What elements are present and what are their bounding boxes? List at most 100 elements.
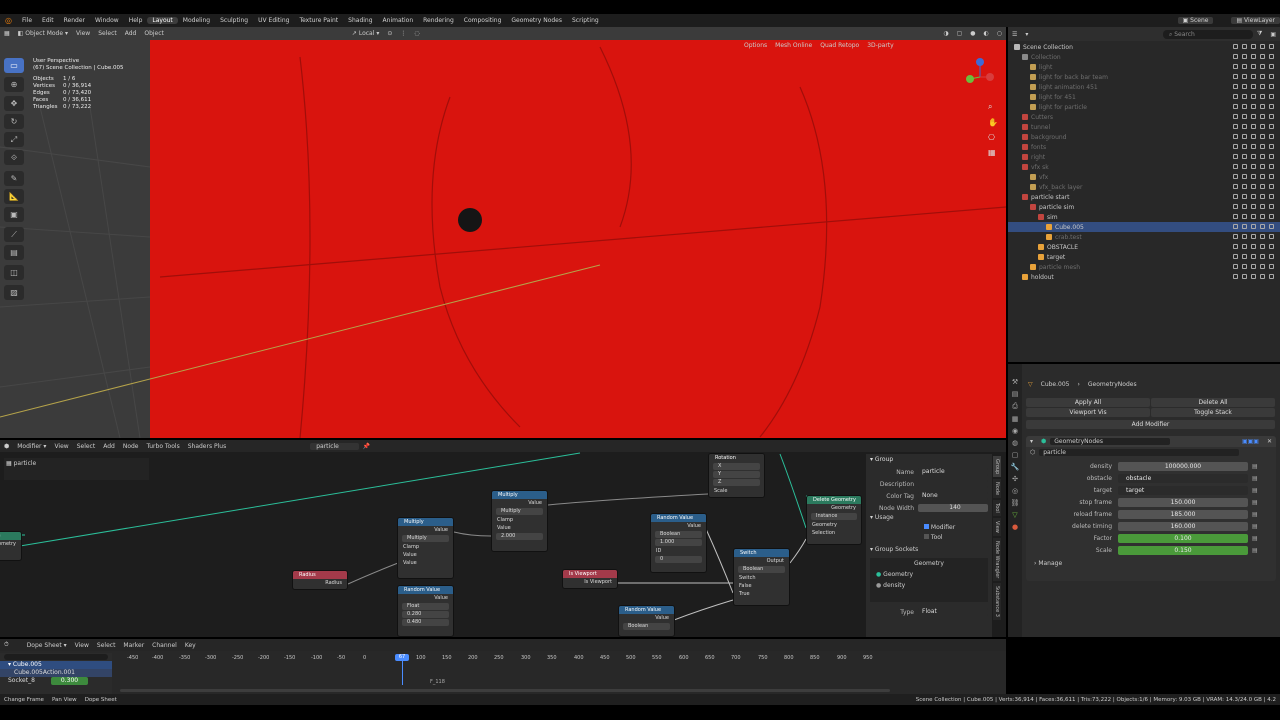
toggle-icon[interactable] bbox=[1233, 184, 1238, 189]
channel-action[interactable]: Cube.005Action.001 bbox=[0, 669, 112, 677]
cursor-icon[interactable]: ⊕ bbox=[4, 77, 24, 92]
modifier-name-field[interactable]: GeometryNodes bbox=[1050, 438, 1171, 445]
node-viewport[interactable]: Is Viewport Is Viewport bbox=[562, 569, 618, 589]
toggle-icon[interactable] bbox=[1242, 54, 1247, 59]
toggle-icon[interactable] bbox=[1233, 254, 1238, 259]
modifier-visibility-icons[interactable]: ▣▣▣ bbox=[1238, 438, 1263, 445]
outliner-item[interactable]: target bbox=[1008, 252, 1280, 262]
node-title[interactable]: Rotation bbox=[709, 454, 764, 462]
visibility-toggles[interactable] bbox=[1233, 184, 1274, 189]
color-tag-dropdown[interactable]: None bbox=[918, 492, 988, 500]
toggle-icon[interactable] bbox=[1251, 94, 1256, 99]
annotate-icon[interactable]: ✎ bbox=[4, 171, 24, 186]
node-title[interactable]: Radius bbox=[293, 571, 347, 579]
node-multiply2[interactable]: Multiply Value Multiply Clamp Value 2.000 bbox=[491, 490, 548, 552]
toggle-icon[interactable] bbox=[1251, 154, 1256, 159]
toggle-icon[interactable] bbox=[1251, 174, 1256, 179]
rotate-icon[interactable]: ↻ bbox=[4, 114, 24, 129]
input-attribute-icon[interactable]: ▤ bbox=[1252, 511, 1258, 518]
node-rotation[interactable]: Rotation X Y Z Scale bbox=[708, 453, 765, 498]
toggle-icon[interactable] bbox=[1269, 254, 1274, 259]
outliner-display-icon[interactable]: ▾ bbox=[1021, 31, 1032, 38]
view-layer-tab-icon[interactable]: ▦ bbox=[1012, 415, 1019, 423]
input-value-field[interactable]: 150.000 bbox=[1118, 497, 1248, 507]
dope-menu-view[interactable]: View bbox=[71, 642, 93, 649]
socket-value-field[interactable]: 0.300 bbox=[50, 677, 89, 685]
move-icon[interactable]: ✥ bbox=[4, 96, 24, 111]
toggle-icon[interactable] bbox=[1233, 154, 1238, 159]
toggle-icon[interactable] bbox=[1233, 214, 1238, 219]
node-title[interactable]: Multiply bbox=[398, 518, 453, 526]
toggle-icon[interactable] bbox=[1251, 224, 1256, 229]
material-tab-icon[interactable]: ● bbox=[1012, 523, 1018, 531]
toggle-icon[interactable] bbox=[1269, 64, 1274, 69]
outliner-item[interactable]: particle mesh bbox=[1008, 262, 1280, 272]
node-switch[interactable]: Switch Output Boolean Switch False True bbox=[733, 548, 790, 606]
pivot-icon[interactable]: ⊙ bbox=[383, 30, 396, 37]
proportional-icon[interactable]: ◌ bbox=[410, 30, 423, 37]
grid-toggle-icon[interactable]: ▦ bbox=[988, 148, 998, 157]
menu-edit[interactable]: Edit bbox=[37, 17, 59, 24]
node-radius[interactable]: Radius Radius bbox=[292, 570, 348, 590]
node-socket-label[interactable]: 0.480 bbox=[402, 619, 449, 626]
toggle-icon[interactable] bbox=[1269, 164, 1274, 169]
toggle-icon[interactable] bbox=[1269, 154, 1274, 159]
visibility-toggles[interactable] bbox=[1233, 54, 1274, 59]
toggle-icon[interactable] bbox=[1269, 214, 1274, 219]
toggle-icon[interactable] bbox=[1251, 214, 1256, 219]
node-socket-label[interactable]: Y bbox=[713, 471, 760, 478]
viewport-menu-object[interactable]: Object bbox=[140, 30, 168, 37]
outliner-item[interactable]: particle start bbox=[1008, 192, 1280, 202]
modifier-tab-icon[interactable]: 🔧 bbox=[1011, 463, 1020, 471]
visibility-toggles[interactable] bbox=[1233, 64, 1274, 69]
toggle-icon[interactable] bbox=[1260, 174, 1265, 179]
dope-menu-channel[interactable]: Channel bbox=[148, 642, 181, 649]
toggle-icon[interactable] bbox=[1242, 44, 1247, 49]
node-title[interactable]: Random Value bbox=[398, 586, 453, 594]
toggle-icon[interactable] bbox=[1260, 54, 1265, 59]
toggle-icon[interactable] bbox=[1251, 104, 1256, 109]
toggle-icon[interactable] bbox=[1260, 94, 1265, 99]
toggle-icon[interactable] bbox=[1233, 114, 1238, 119]
dope-menu-select[interactable]: Select bbox=[93, 642, 120, 649]
toggle-icon[interactable] bbox=[1251, 54, 1256, 59]
node-socket-label[interactable]: 1.000 bbox=[655, 539, 702, 546]
new-collection-icon[interactable]: ▣ bbox=[1266, 31, 1280, 38]
toggle-icon[interactable] bbox=[1242, 74, 1247, 79]
socket-type-dropdown[interactable]: Float bbox=[918, 608, 988, 616]
sidebar-tab[interactable]: Node bbox=[993, 479, 1001, 499]
toggle-icon[interactable] bbox=[1251, 64, 1256, 69]
sidebar-tab[interactable]: Group bbox=[993, 456, 1001, 478]
outliner-item[interactable]: light for back bar team bbox=[1008, 72, 1280, 82]
toggle-icon[interactable] bbox=[1242, 144, 1247, 149]
toggle-icon[interactable] bbox=[1269, 204, 1274, 209]
viewport-menu-view[interactable]: View bbox=[72, 30, 94, 37]
toggle-icon[interactable] bbox=[1260, 154, 1265, 159]
node-left1[interactable]: ScaleGeometry bbox=[0, 531, 22, 561]
toggle-icon[interactable] bbox=[1242, 224, 1247, 229]
input-attribute-icon[interactable]: ▤ bbox=[1252, 475, 1258, 482]
node-group-field[interactable]: particle bbox=[1039, 449, 1240, 456]
toggle-icon[interactable] bbox=[1269, 94, 1274, 99]
toggle-icon[interactable] bbox=[1233, 54, 1238, 59]
toggle-icon[interactable] bbox=[1260, 84, 1265, 89]
input-value-field[interactable]: 100000.000 bbox=[1118, 461, 1248, 471]
snap-icon[interactable]: ⋮ bbox=[396, 30, 410, 37]
toggle-icon[interactable] bbox=[1260, 114, 1265, 119]
group-panel-header[interactable]: ▾ Group bbox=[870, 456, 988, 466]
node-title[interactable]: Random Value bbox=[619, 606, 674, 614]
visibility-toggles[interactable] bbox=[1233, 104, 1274, 109]
outliner-item[interactable]: background bbox=[1008, 132, 1280, 142]
edit-icon[interactable]: ▤ bbox=[4, 245, 24, 260]
channel-socket[interactable]: Socket_8 0.300 bbox=[0, 677, 112, 685]
outliner-item[interactable]: tunnel bbox=[1008, 122, 1280, 132]
outliner-item[interactable]: fonts bbox=[1008, 142, 1280, 152]
toggle-icon[interactable] bbox=[1233, 204, 1238, 209]
viewport-3d[interactable]: ▦ ◧ Object Mode ▾ View Select Add Object… bbox=[0, 27, 1006, 438]
toggle-icon[interactable] bbox=[1251, 164, 1256, 169]
node-editor[interactable]: ⬢ Modifier ▾ View Select Add Node Turbo … bbox=[0, 440, 1006, 637]
toggle-icon[interactable] bbox=[1260, 244, 1265, 249]
toggle-icon[interactable] bbox=[1233, 264, 1238, 269]
toggle-icon[interactable] bbox=[1233, 274, 1238, 279]
pan-hand-icon[interactable]: ✋ bbox=[988, 118, 998, 127]
